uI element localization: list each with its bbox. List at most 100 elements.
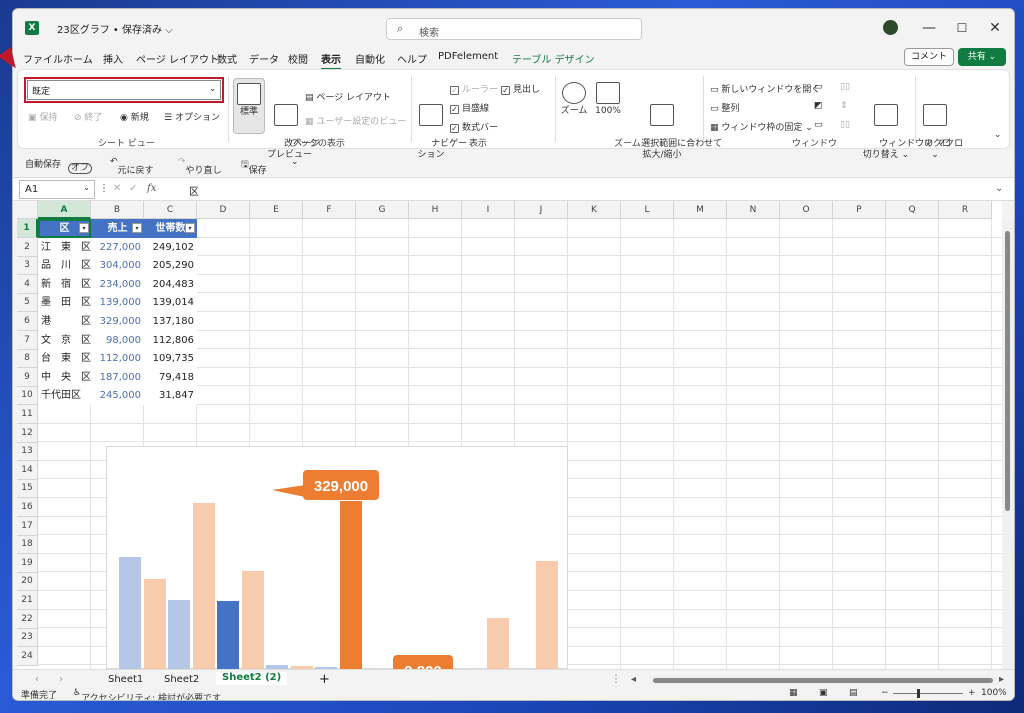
chart-area[interactable]: 329,000 9,800 xyxy=(106,446,568,669)
table-cell[interactable]: 112,000 xyxy=(91,349,144,369)
tab-table-design[interactable]: テーブル デザイン xyxy=(512,51,595,66)
column-header-i[interactable]: I xyxy=(462,201,515,219)
table-header-cell[interactable]: 区 ▾ xyxy=(38,219,91,238)
chart-bar[interactable] xyxy=(242,571,264,669)
tab-page-layout[interactable]: ページ レイアウト xyxy=(136,51,219,66)
sheet-view-keep-button[interactable]: ▣ 保持 xyxy=(28,110,57,123)
row-header-13[interactable]: 13 xyxy=(17,442,38,462)
chart-bar[interactable] xyxy=(168,600,190,669)
filter-dropdown-icon[interactable]: ▾ xyxy=(185,223,195,233)
column-header-d[interactable]: D xyxy=(197,201,250,219)
table-cell[interactable]: 109,735 xyxy=(144,349,197,369)
row-header-14[interactable]: 14 xyxy=(17,460,38,480)
table-header-cell[interactable]: 世帯数 ▾ xyxy=(144,219,197,238)
table-cell[interactable]: 台 東 区 xyxy=(38,349,91,369)
table-cell[interactable]: 139,000 xyxy=(91,293,144,313)
row-header-4[interactable]: 4 xyxy=(17,274,38,294)
ruler-checkbox[interactable]: ✓ ルーラー xyxy=(450,82,498,95)
row-header-12[interactable]: 12 xyxy=(17,423,38,443)
maximize-button[interactable]: ☐ xyxy=(949,17,975,39)
sheet-view-options-button[interactable]: ☰ オプション xyxy=(164,110,220,123)
unhide-button[interactable]: ▭ xyxy=(814,120,823,130)
zoom-slider[interactable] xyxy=(893,693,963,694)
tab-view[interactable]: 表示 xyxy=(321,51,341,70)
sheet-view-exit-button[interactable]: ⊘ 終了 xyxy=(74,110,102,123)
chart-bar[interactable] xyxy=(144,579,166,669)
excel-app-icon[interactable]: X xyxy=(25,21,39,35)
column-chart[interactable]: 329,000 9,800 xyxy=(107,447,569,669)
prev-sheet-icon[interactable]: ‹ xyxy=(35,674,39,685)
column-header-o[interactable]: O xyxy=(780,201,833,219)
table-cell[interactable]: 329,000 xyxy=(91,312,144,331)
table-cell[interactable]: 204,483 xyxy=(144,274,197,294)
vertical-scroll-thumb[interactable] xyxy=(1005,231,1010,511)
row-header-23[interactable]: 23 xyxy=(17,628,38,648)
column-header-m[interactable]: M xyxy=(674,201,727,219)
row-header-20[interactable]: 20 xyxy=(17,572,38,592)
row-header-17[interactable]: 17 xyxy=(17,516,38,536)
search-box[interactable]: ⌕ 検索 xyxy=(386,18,642,40)
tab-data[interactable]: データ xyxy=(249,51,279,66)
comment-button[interactable]: コメント xyxy=(904,48,954,66)
filter-dropdown-icon[interactable]: ▾ xyxy=(132,223,142,233)
column-header-a[interactable]: A xyxy=(38,201,91,219)
tab-file[interactable]: ファイル xyxy=(23,51,63,66)
insert-function-icon[interactable]: fx xyxy=(147,183,156,194)
callout-9800[interactable]: 9,800 xyxy=(393,655,453,669)
scroll-right-icon[interactable]: ▸ xyxy=(999,674,1004,685)
table-cell[interactable]: 79,418 xyxy=(144,367,197,387)
chart-bar[interactable] xyxy=(340,501,362,669)
table-cell[interactable]: 98,000 xyxy=(91,330,144,350)
name-box[interactable]: A1 ⌄ xyxy=(19,180,95,199)
zoom-100-button[interactable]: 100% xyxy=(592,82,624,117)
table-cell[interactable]: 文 京 区 xyxy=(38,330,91,350)
row-header-10[interactable]: 10 xyxy=(17,386,38,406)
table-cell[interactable]: 31,847 xyxy=(144,386,197,406)
side-by-side-button[interactable]: ▯▯ xyxy=(840,82,850,92)
column-header-r[interactable]: R xyxy=(939,201,992,219)
reset-position-button[interactable]: ▯▯ xyxy=(840,120,850,130)
gridlines-checkbox[interactable]: ✓ 目盛線 xyxy=(450,101,489,114)
table-cell[interactable]: 234,000 xyxy=(91,274,144,294)
table-cell[interactable]: 245,000 xyxy=(91,386,144,406)
cancel-icon[interactable]: ✕ xyxy=(113,183,121,194)
row-header-9[interactable]: 9 xyxy=(17,367,38,387)
table-cell[interactable]: 137,180 xyxy=(144,312,197,331)
zoom-slider-thumb[interactable] xyxy=(917,689,920,698)
worksheet-grid[interactable]: 24 23 22 21 20 19 18 17 16 15 14 13 12 11 10 9 8 7 6 5 4 3 2 1 R… xyxy=(17,201,1002,669)
table-cell[interactable]: 205,290 xyxy=(144,256,197,276)
table-cell[interactable]: 249,102 xyxy=(144,237,197,257)
table-header-cell[interactable]: 売上 ▾ xyxy=(91,219,144,238)
select-all-corner[interactable] xyxy=(17,201,38,219)
zoom-in-icon[interactable]: + xyxy=(968,688,976,698)
column-header-q[interactable]: Q xyxy=(886,201,939,219)
sheet-tab-sheet1[interactable]: Sheet1 xyxy=(108,674,143,685)
row-header-24[interactable]: 24 xyxy=(17,646,38,666)
row-header-11[interactable]: 11 xyxy=(17,405,38,424)
normal-view-icon[interactable]: ▦ xyxy=(789,688,798,698)
table-cell[interactable]: 304,000 xyxy=(91,256,144,276)
zoom-button[interactable]: ズーム xyxy=(558,82,590,117)
save-button[interactable]: 🖫 保存 xyxy=(241,157,267,176)
column-header-p[interactable]: P xyxy=(833,201,886,219)
row-header-21[interactable]: 21 xyxy=(17,591,38,610)
table-cell[interactable]: 港 区 xyxy=(38,312,91,331)
zoom-out-icon[interactable]: − xyxy=(881,688,889,698)
collapse-ribbon-icon[interactable]: ⌄ xyxy=(994,130,1002,140)
tab-home[interactable]: ホーム xyxy=(63,51,93,66)
chart-bar[interactable] xyxy=(119,557,141,669)
page-layout-button[interactable]: ▤ ページ レイアウト xyxy=(305,90,391,103)
row-header-19[interactable]: 19 xyxy=(17,553,38,573)
row-header-15[interactable]: 15 xyxy=(17,479,38,499)
table-cell[interactable]: 品 川 区 xyxy=(38,256,91,276)
row-header-2[interactable]: 2 xyxy=(17,237,38,257)
vertical-scrollbar[interactable] xyxy=(1002,219,1014,669)
table-cell[interactable]: 墨 田 区 xyxy=(38,293,91,313)
close-button[interactable]: ✕ xyxy=(982,17,1008,39)
column-header-f[interactable]: F xyxy=(303,201,356,219)
hide-button[interactable]: ◩ xyxy=(814,101,823,111)
callout-329000[interactable]: 329,000 xyxy=(303,470,379,500)
page-break-view-icon[interactable]: ▤ xyxy=(849,688,858,698)
tab-formulas[interactable]: 数式 xyxy=(217,51,237,66)
column-header-b[interactable]: B xyxy=(91,201,144,219)
